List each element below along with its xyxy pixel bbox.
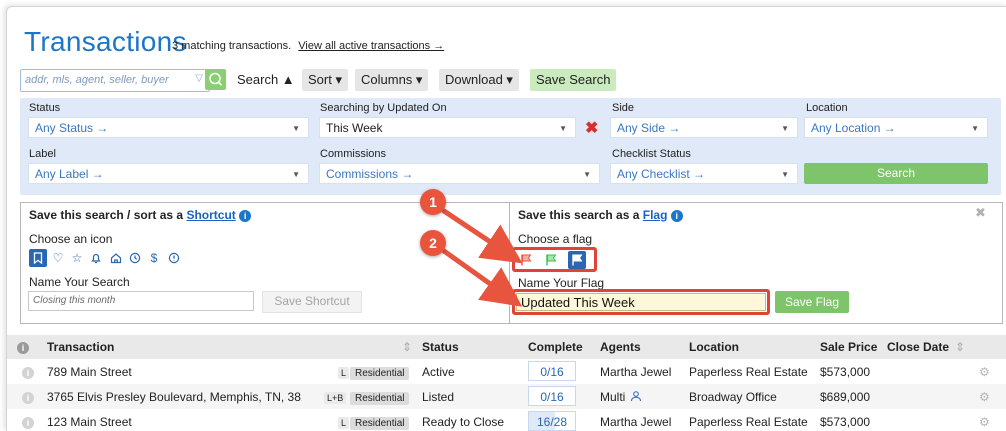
callout-arrow-1 — [441, 208, 523, 264]
row-status: Ready to Close — [422, 415, 505, 429]
gear-icon[interactable]: ⚙ — [979, 365, 990, 379]
sort-icon[interactable]: ⇕ — [402, 340, 412, 354]
row-agent: Martha Jewel — [600, 365, 672, 379]
row-location: Broadway Office — [689, 390, 777, 404]
row-tag-type: Residential — [350, 415, 410, 430]
row-agent-text: Multi — [600, 390, 626, 404]
row-tag-type-text: Residential — [350, 367, 410, 380]
row-location: Paperless Real Estate — [689, 415, 808, 429]
row-price: $573,000 — [820, 365, 871, 379]
gear-icon[interactable]: ⚙ — [979, 415, 990, 429]
col-agents[interactable]: Agents — [600, 340, 641, 354]
info-icon: i — [17, 340, 29, 354]
gear-icon[interactable]: ⚙ — [979, 390, 990, 404]
col-close-date[interactable]: Close Date — [887, 340, 949, 354]
row-address[interactable]: 3765 Elvis Presley Boulevard, Memphis, T… — [47, 390, 302, 404]
info-icon[interactable]: i — [22, 365, 34, 379]
row-tag-short: L+B — [324, 390, 347, 404]
row-tag-type: Residential — [350, 390, 410, 405]
col-location[interactable]: Location — [689, 340, 739, 354]
row-status: Listed — [422, 390, 455, 404]
row-complete-text: 0/16 — [540, 365, 564, 379]
info-icon[interactable]: i — [22, 390, 34, 404]
row-price: $689,000 — [820, 390, 871, 404]
info-icon[interactable]: i — [22, 415, 34, 429]
col-complete[interactable]: Complete — [528, 340, 583, 354]
row-location: Paperless Real Estate — [689, 365, 808, 379]
row-complete[interactable]: 0/16 — [528, 361, 576, 381]
col-sale-price[interactable]: Sale Price — [820, 340, 877, 354]
row-tag-short-text: L — [338, 367, 350, 379]
row-status: Active — [422, 365, 455, 379]
row-complete[interactable]: 0/16 — [528, 386, 576, 406]
row-tag-type: Residential — [350, 365, 410, 380]
row-complete-text: 16/28 — [536, 415, 568, 429]
callout-2: 2 — [420, 230, 446, 256]
row-tag-short-text: L — [338, 417, 350, 429]
row-tag-type-text: Residential — [350, 417, 410, 430]
row-tag-short: L — [338, 415, 350, 429]
sort-icon[interactable]: ⇕ — [955, 340, 965, 354]
callout-1: 1 — [420, 189, 446, 215]
col-transaction[interactable]: Transaction — [47, 340, 114, 354]
row-tag-short-text: L+B — [324, 392, 347, 404]
row-agent: Multi — [600, 390, 643, 404]
row-address[interactable]: 123 Main Street — [47, 415, 132, 429]
row-complete[interactable]: 16/28 — [528, 411, 576, 431]
row-address[interactable]: 789 Main Street — [47, 365, 132, 379]
row-tag-type-text: Residential — [350, 392, 410, 405]
row-tag-short: L — [338, 365, 350, 379]
row-complete-text: 0/16 — [540, 390, 564, 404]
row-agent: Martha Jewel — [600, 415, 672, 429]
transactions-panel: Transactions 3 matching transactions. Vi… — [6, 6, 1006, 431]
callout-arrow-2 — [441, 248, 523, 307]
users-icon[interactable] — [629, 390, 643, 404]
col-status[interactable]: Status — [422, 340, 459, 354]
row-price: $573,000 — [820, 415, 871, 429]
